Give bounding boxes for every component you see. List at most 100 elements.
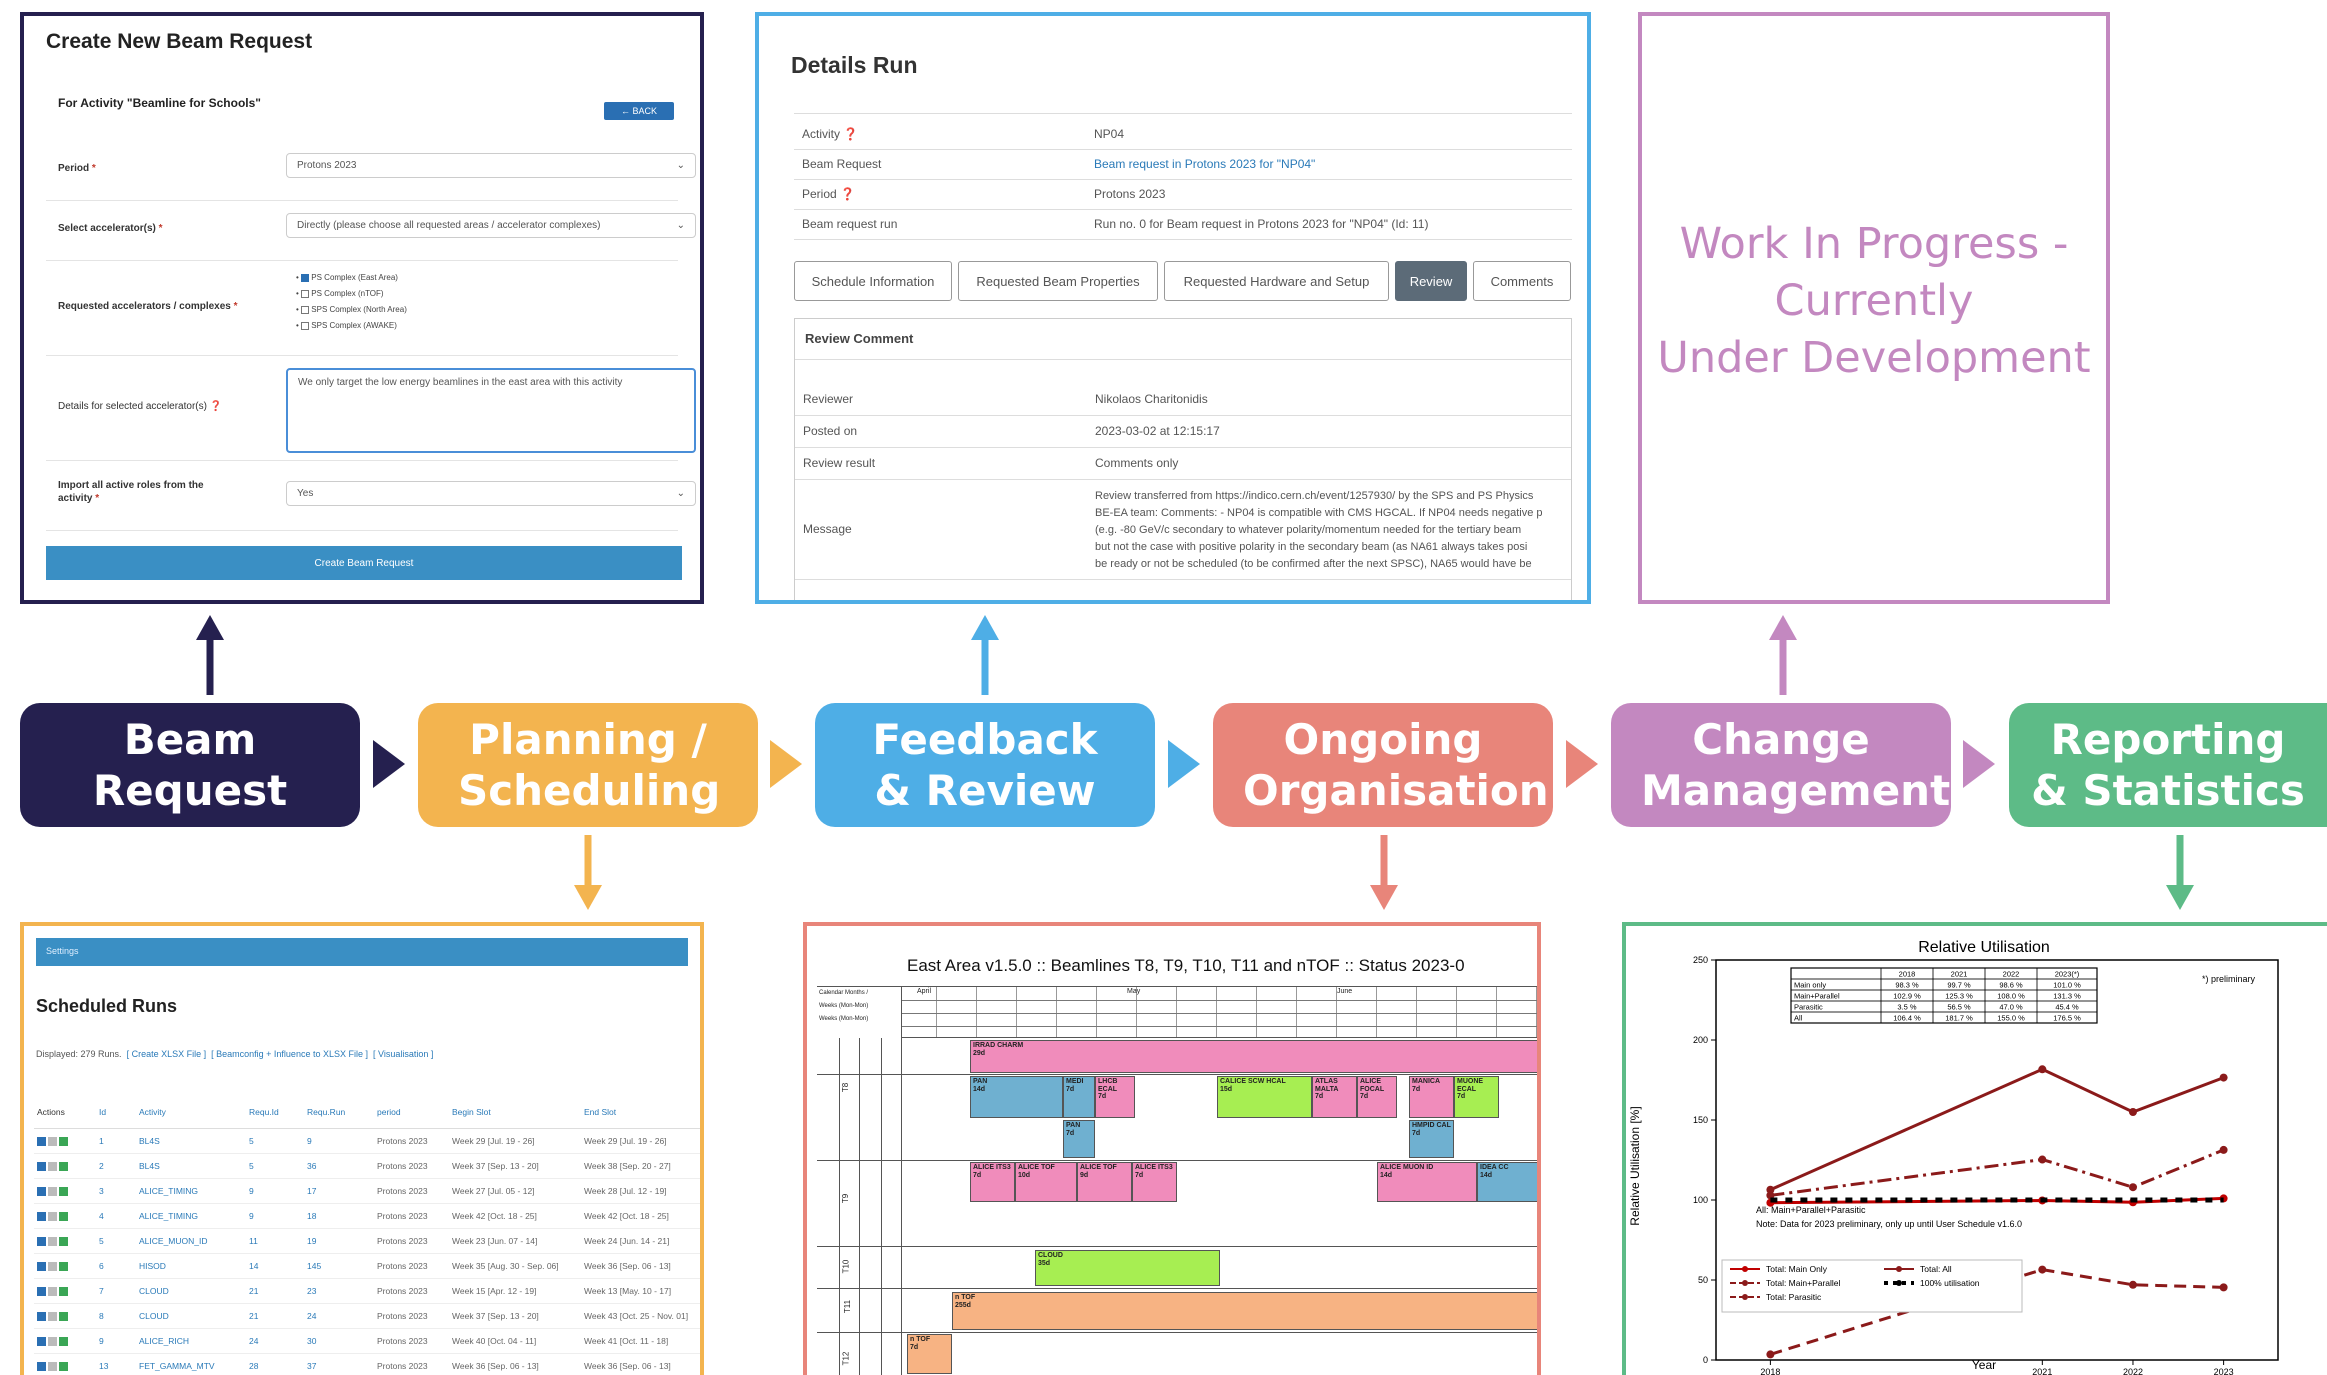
beam-request-link[interactable]: Beam request in Protons 2023 for "NP04" bbox=[1094, 157, 1315, 171]
settings-bar[interactable]: Settings bbox=[36, 938, 688, 966]
tab-schedule-information[interactable]: Schedule Information bbox=[794, 261, 952, 301]
table-cell[interactable]: 19 bbox=[304, 1228, 374, 1254]
view-icon[interactable] bbox=[37, 1136, 46, 1146]
table-cell[interactable]: 24 bbox=[304, 1303, 374, 1329]
data-table-text: 125.3 % bbox=[1945, 992, 1973, 1001]
table-cell[interactable]: 7 bbox=[96, 1278, 136, 1304]
table-cell[interactable]: 145 bbox=[304, 1253, 374, 1279]
view-icon[interactable] bbox=[37, 1286, 46, 1296]
delete-icon[interactable] bbox=[48, 1311, 57, 1321]
table-cell[interactable]: ALICE_TIMING bbox=[136, 1178, 246, 1204]
view-icon[interactable] bbox=[37, 1311, 46, 1321]
import-select[interactable]: Yes ⌄ bbox=[286, 481, 696, 506]
table-cell[interactable]: 18 bbox=[304, 1203, 374, 1229]
complex-checkbox-north-area[interactable]: • SPS Complex (North Area) bbox=[296, 305, 407, 314]
create-beam-request-button[interactable]: Create Beam Request bbox=[46, 546, 682, 580]
delete-icon[interactable] bbox=[48, 1336, 57, 1346]
beamconfig-xlsx-link[interactable]: [ Beamconfig + Influence to XLSX File ] bbox=[211, 1049, 368, 1059]
table-cell[interactable]: 24 bbox=[246, 1328, 304, 1354]
table-cell[interactable]: 30 bbox=[304, 1328, 374, 1354]
table-cell[interactable]: ALICE_MUON_ID bbox=[136, 1228, 246, 1254]
edit-icon[interactable] bbox=[59, 1261, 68, 1271]
table-cell[interactable]: BL4S bbox=[136, 1128, 246, 1154]
view-icon[interactable] bbox=[37, 1361, 46, 1371]
stage-change[interactable]: Change Management bbox=[1611, 703, 1951, 827]
delete-icon[interactable] bbox=[48, 1161, 57, 1171]
table-cell[interactable]: 28 bbox=[246, 1353, 304, 1375]
table-cell[interactable]: 5 bbox=[96, 1228, 136, 1254]
delete-icon[interactable] bbox=[48, 1286, 57, 1296]
table-cell[interactable]: 3 bbox=[96, 1178, 136, 1204]
create-xlsx-link[interactable]: [ Create XLSX File ] bbox=[127, 1049, 207, 1059]
table-cell[interactable]: 13 bbox=[96, 1353, 136, 1375]
complex-checkbox-east-area[interactable]: • PS Complex (East Area) bbox=[296, 273, 398, 282]
table-cell[interactable]: 17 bbox=[304, 1178, 374, 1204]
table-cell[interactable]: 6 bbox=[96, 1253, 136, 1279]
table-cell[interactable]: 21 bbox=[246, 1303, 304, 1329]
table-cell[interactable]: 9 bbox=[246, 1203, 304, 1229]
edit-icon[interactable] bbox=[59, 1161, 68, 1171]
tab-review[interactable]: Review bbox=[1395, 261, 1467, 301]
complex-checkbox-awake[interactable]: • SPS Complex (AWAKE) bbox=[296, 321, 397, 330]
table-cell[interactable]: ALICE_RICH bbox=[136, 1328, 246, 1354]
table-cell[interactable]: 9 bbox=[246, 1178, 304, 1204]
edit-icon[interactable] bbox=[59, 1361, 68, 1371]
edit-icon[interactable] bbox=[59, 1336, 68, 1346]
table-cell[interactable]: 9 bbox=[96, 1328, 136, 1354]
delete-icon[interactable] bbox=[48, 1236, 57, 1246]
table-cell[interactable]: 5 bbox=[246, 1128, 304, 1154]
table-cell[interactable]: BL4S bbox=[136, 1153, 246, 1179]
delete-icon[interactable] bbox=[48, 1136, 57, 1146]
delete-icon[interactable] bbox=[48, 1361, 57, 1371]
view-icon[interactable] bbox=[37, 1161, 46, 1171]
view-icon[interactable] bbox=[37, 1261, 46, 1271]
table-cell[interactable]: 8 bbox=[96, 1303, 136, 1329]
view-icon[interactable] bbox=[37, 1186, 46, 1196]
stage-planning[interactable]: Planning / Scheduling bbox=[418, 703, 758, 827]
table-cell[interactable]: 11 bbox=[246, 1228, 304, 1254]
table-cell[interactable]: 4 bbox=[96, 1203, 136, 1229]
stage-beam-request[interactable]: Beam Request bbox=[20, 703, 360, 827]
view-icon[interactable] bbox=[37, 1336, 46, 1346]
delete-icon[interactable] bbox=[48, 1261, 57, 1271]
table-cell[interactable]: 2 bbox=[96, 1153, 136, 1179]
edit-icon[interactable] bbox=[59, 1286, 68, 1296]
table-cell[interactable]: 23 bbox=[304, 1278, 374, 1304]
tab-requested-hardware[interactable]: Requested Hardware and Setup bbox=[1164, 261, 1389, 301]
stage-reporting[interactable]: Reporting & Statistics bbox=[2009, 703, 2327, 827]
tab-comments[interactable]: Comments bbox=[1473, 261, 1571, 301]
edit-icon[interactable] bbox=[59, 1311, 68, 1321]
view-icon[interactable] bbox=[37, 1236, 46, 1246]
details-textarea[interactable]: We only target the low energy beamlines … bbox=[286, 368, 696, 453]
y-tick-label: 150 bbox=[1693, 1115, 1708, 1125]
view-icon[interactable] bbox=[37, 1211, 46, 1221]
visualisation-link[interactable]: [ Visualisation ] bbox=[373, 1049, 433, 1059]
table-cell[interactable]: 5 bbox=[246, 1153, 304, 1179]
edit-icon[interactable] bbox=[59, 1136, 68, 1146]
table-cell[interactable]: 1 bbox=[96, 1128, 136, 1154]
period-select[interactable]: Protons 2023 ⌄ bbox=[286, 153, 696, 178]
tab-requested-beam-properties[interactable]: Requested Beam Properties bbox=[958, 261, 1158, 301]
complex-checkbox-ntof[interactable]: • PS Complex (nTOF) bbox=[296, 289, 384, 298]
delete-icon[interactable] bbox=[48, 1186, 57, 1196]
accelerator-select[interactable]: Directly (please choose all requested ar… bbox=[286, 213, 696, 238]
table-cell[interactable]: 36 bbox=[304, 1153, 374, 1179]
table-cell[interactable]: 37 bbox=[304, 1353, 374, 1375]
table-cell[interactable]: HISOD bbox=[136, 1253, 246, 1279]
table-cell[interactable]: FET_GAMMA_MTV bbox=[136, 1353, 246, 1375]
table-cell[interactable]: ALICE_TIMING bbox=[136, 1203, 246, 1229]
edit-icon[interactable] bbox=[59, 1236, 68, 1246]
table-cell[interactable]: CLOUD bbox=[136, 1303, 246, 1329]
delete-icon[interactable] bbox=[48, 1211, 57, 1221]
stage-ongoing[interactable]: Ongoing Organisation bbox=[1213, 703, 1553, 827]
scheduled-runs-title: Scheduled Runs bbox=[36, 996, 178, 1016]
edit-icon[interactable] bbox=[59, 1186, 68, 1196]
table-cell[interactable]: 14 bbox=[246, 1253, 304, 1279]
table-cell[interactable]: 21 bbox=[246, 1278, 304, 1304]
table-cell[interactable]: 9 bbox=[304, 1128, 374, 1154]
edit-icon[interactable] bbox=[59, 1211, 68, 1221]
detail-row-run: Beam request run Run no. 0 for Beam reque… bbox=[794, 210, 1572, 240]
back-button[interactable]: ← BACK bbox=[604, 102, 674, 120]
stage-feedback[interactable]: Feedback & Review bbox=[815, 703, 1155, 827]
table-cell[interactable]: CLOUD bbox=[136, 1278, 246, 1304]
